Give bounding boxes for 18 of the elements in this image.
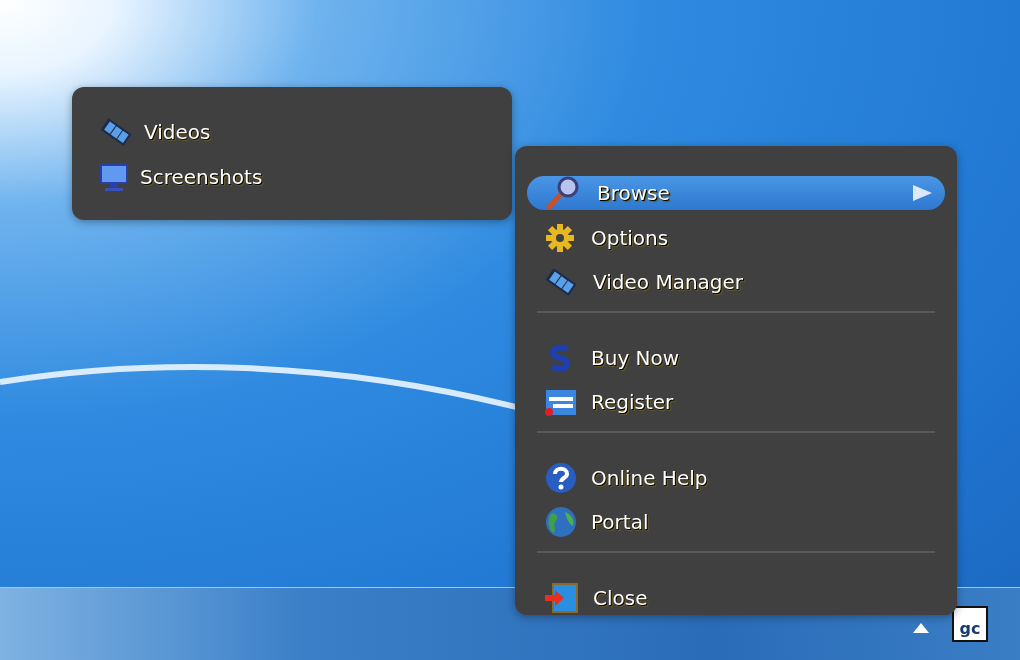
menu-item[interactable]: Close	[527, 576, 945, 620]
menu-item[interactable]: Options	[527, 216, 945, 260]
menu-item[interactable]: Buy Now	[527, 336, 945, 380]
form-icon	[543, 387, 577, 417]
exit-icon	[543, 582, 579, 614]
submenu-item[interactable]: Screenshots	[98, 154, 512, 199]
show-hidden-icons-arrow-icon[interactable]	[912, 622, 930, 634]
monitor-icon	[98, 161, 130, 192]
globe-icon	[543, 506, 577, 538]
menu-item[interactable]: Register	[527, 380, 945, 424]
tray-app-icon[interactable]: gc	[952, 606, 988, 642]
menu-item[interactable]: Portal	[527, 500, 945, 544]
menu-item[interactable]: Browse	[527, 176, 945, 210]
gear-icon	[543, 223, 577, 253]
menu-item[interactable]: Video Manager	[527, 260, 945, 304]
menu-item[interactable]: Online Help	[527, 456, 945, 500]
submenu-item[interactable]: Videos	[98, 109, 512, 154]
help-icon	[543, 462, 577, 494]
